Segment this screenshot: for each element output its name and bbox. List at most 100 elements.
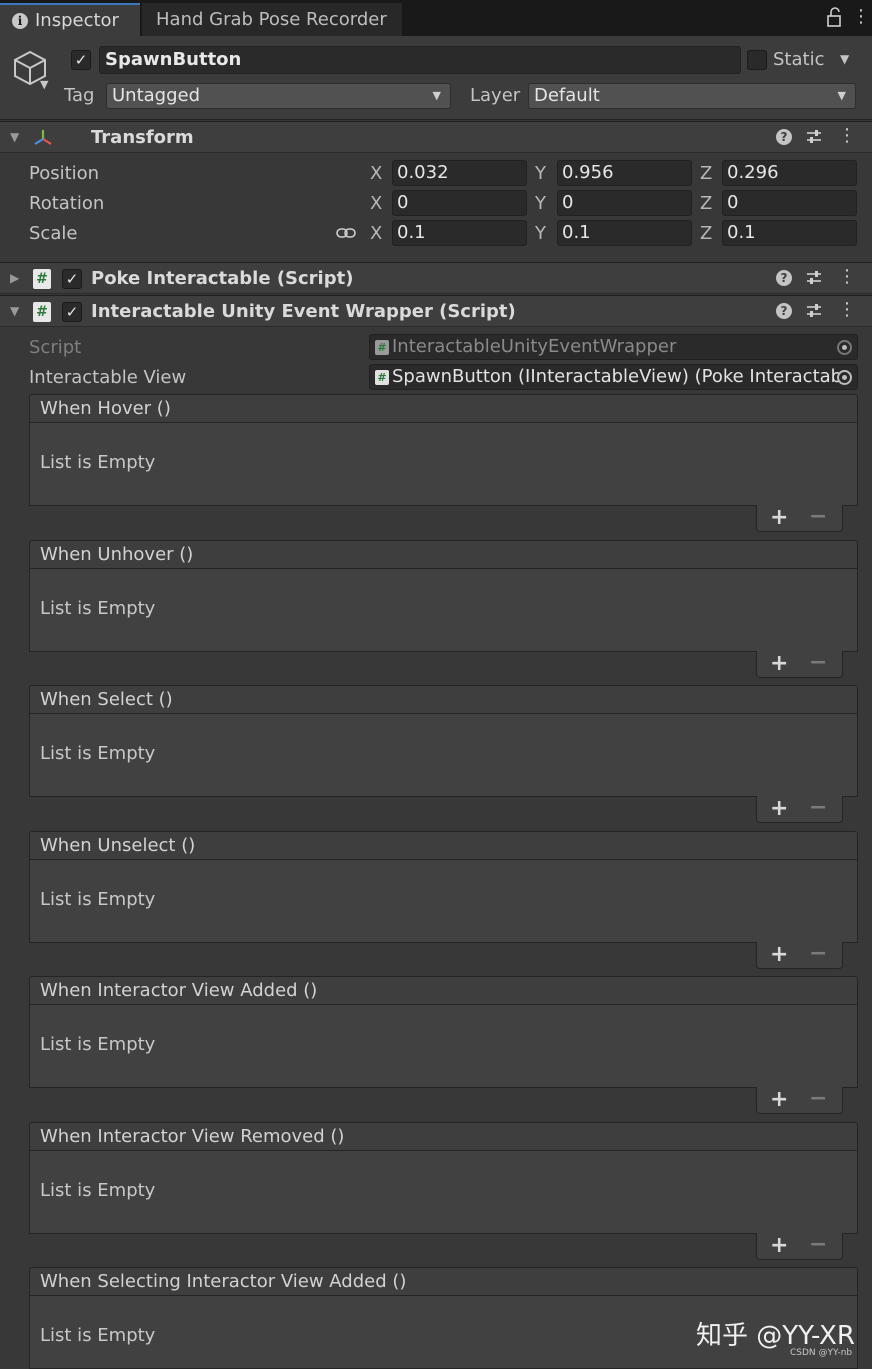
icon-dropdown-icon[interactable]: ▼ <box>40 78 48 91</box>
event-list-footer: + − <box>756 1233 843 1260</box>
help-icon[interactable]: ? <box>776 129 792 145</box>
component-menu-icon[interactable]: ⋮ <box>838 125 856 147</box>
remove-listener-button[interactable]: − <box>809 505 827 529</box>
remove-listener-button[interactable]: − <box>809 1087 827 1111</box>
add-listener-button[interactable]: + <box>770 651 788 677</box>
event-list-footer: + − <box>756 505 843 532</box>
axis-z-label[interactable]: Z <box>700 223 712 244</box>
script-label: Script <box>29 337 82 358</box>
remove-listener-button[interactable]: − <box>809 651 827 675</box>
tab-bar: i Inspector Hand Grab Pose Recorder ⋮ ▲ <box>0 0 872 48</box>
component-enabled-checkbox[interactable]: ✓ <box>62 302 82 322</box>
tab-inspector[interactable]: i Inspector <box>0 3 140 36</box>
transform-icon <box>34 130 52 145</box>
add-listener-button[interactable]: + <box>770 1233 788 1259</box>
interactable-view-field[interactable]: # SpawnButton (IInteractableView) (Poke … <box>369 364 858 390</box>
script-icon: # <box>375 340 389 355</box>
tag-label: Tag <box>64 85 95 106</box>
component-menu-icon[interactable]: ⋮ <box>838 266 856 288</box>
remove-listener-button[interactable]: − <box>809 796 827 820</box>
component-menu-icon[interactable]: ⋮ <box>838 299 856 321</box>
event-list-empty: List is Empty <box>29 1005 858 1088</box>
transform-title: Transform <box>91 127 194 148</box>
axis-y-label[interactable]: Y <box>535 163 546 184</box>
add-listener-button[interactable]: + <box>770 505 788 531</box>
event-title: When Interactor View Removed () <box>29 1122 858 1151</box>
layer-dropdown[interactable]: Default ▼ <box>528 83 856 109</box>
component-enabled-checkbox[interactable]: ✓ <box>62 269 82 289</box>
rotation-z-field[interactable]: 0 <box>722 190 857 216</box>
event-title: When Interactor View Added () <box>29 976 858 1005</box>
scale-row: Scale X 0.1 Y 0.1 Z 0.1 <box>0 218 872 248</box>
script-row: Script # InteractableUnityEventWrapper <box>0 332 872 362</box>
position-y-field[interactable]: 0.956 <box>557 160 692 186</box>
event-title: When Select () <box>29 685 858 714</box>
scale-x-field[interactable]: 0.1 <box>392 220 527 246</box>
help-icon[interactable]: ? <box>776 303 792 319</box>
script-object-field: # InteractableUnityEventWrapper <box>369 334 858 360</box>
event-list-empty: List is Empty <box>29 569 858 652</box>
gameobject-name-field[interactable]: SpawnButton <box>99 46 741 74</box>
add-listener-button[interactable]: + <box>770 1087 788 1113</box>
tag-dropdown[interactable]: Untagged ▼ <box>106 83 451 109</box>
object-picker-icon[interactable] <box>837 370 852 385</box>
rotation-x-field[interactable]: 0 <box>392 190 527 216</box>
transform-header[interactable]: ▼ Transform ? ⋮ <box>0 121 872 153</box>
event-wrapper-header[interactable]: ▼ # ✓ Interactable Unity Event Wrapper (… <box>0 295 872 327</box>
event-when-unselect: When Unselect () List is Empty + − <box>29 831 858 969</box>
axis-x-label[interactable]: X <box>370 193 382 214</box>
help-icon[interactable]: ? <box>776 270 792 286</box>
axis-y-label[interactable]: Y <box>535 223 546 244</box>
position-label: Position <box>29 163 100 184</box>
axis-y-label[interactable]: Y <box>535 193 546 214</box>
object-picker-icon <box>837 340 852 355</box>
event-title: When Unhover () <box>29 540 858 569</box>
scale-z-field[interactable]: 0.1 <box>722 220 857 246</box>
axis-z-label[interactable]: Z <box>700 163 712 184</box>
remove-listener-button[interactable]: − <box>809 942 827 966</box>
rotation-y-field[interactable]: 0 <box>557 190 692 216</box>
event-list-footer: + − <box>756 796 843 823</box>
position-x-field[interactable]: 0.032 <box>392 160 527 186</box>
static-dropdown-icon[interactable]: ▼ <box>840 52 849 66</box>
lock-icon[interactable] <box>826 7 842 27</box>
add-listener-button[interactable]: + <box>770 796 788 822</box>
constrain-proportions-link-icon[interactable] <box>336 225 356 241</box>
script-icon: # <box>33 269 51 289</box>
chevron-down-icon: ▼ <box>837 89 846 102</box>
tab-menu-icon[interactable]: ⋮ <box>852 6 870 30</box>
event-when-select: When Select () List is Empty + − <box>29 685 858 823</box>
fold-closed-icon[interactable]: ▶ <box>10 271 19 285</box>
script-value: InteractableUnityEventWrapper <box>392 336 677 357</box>
axis-x-label[interactable]: X <box>370 163 382 184</box>
script-icon: # <box>33 302 51 322</box>
tag-value: Untagged <box>112 85 201 106</box>
position-z-field[interactable]: 0.296 <box>722 160 857 186</box>
axis-x-label[interactable]: X <box>370 223 382 244</box>
tab-hand-grab-pose-recorder[interactable]: Hand Grab Pose Recorder <box>142 3 402 36</box>
watermark-zhihu: 知乎 @YY-XR <box>696 1321 855 1351</box>
presets-icon[interactable] <box>805 302 823 320</box>
scale-y-field[interactable]: 0.1 <box>557 220 692 246</box>
axis-z-label[interactable]: Z <box>700 193 712 214</box>
static-label: Static <box>773 49 825 70</box>
poke-interactable-header[interactable]: ▶ # ✓ Poke Interactable (Script) ? ⋮ <box>0 262 872 294</box>
fold-open-icon[interactable]: ▼ <box>10 304 19 318</box>
info-icon: i <box>12 12 28 29</box>
interactable-view-label: Interactable View <box>29 367 187 388</box>
presets-icon[interactable] <box>805 269 823 287</box>
static-checkbox[interactable] <box>747 50 767 70</box>
component-title: Interactable Unity Event Wrapper (Script… <box>91 301 516 322</box>
interactable-view-value: SpawnButton (IInteractableView) (Poke In… <box>392 366 843 387</box>
remove-listener-button[interactable]: − <box>809 1233 827 1257</box>
event-when-interactor-view-added: When Interactor View Added () List is Em… <box>29 976 858 1114</box>
active-checkbox[interactable]: ✓ <box>71 50 91 70</box>
presets-icon[interactable] <box>805 128 823 146</box>
add-listener-button[interactable]: + <box>770 942 788 968</box>
event-list-empty: List is Empty <box>29 714 858 797</box>
gameobject-header: ▼ ✓ SpawnButton Static ▼ Tag Untagged ▼ … <box>0 36 872 120</box>
position-row: Position X 0.032 Y 0.956 Z 0.296 <box>0 158 872 188</box>
fold-open-icon[interactable]: ▼ <box>10 130 19 144</box>
tab-inspector-label: Inspector <box>35 10 119 31</box>
event-list-empty: List is Empty <box>29 1151 858 1234</box>
